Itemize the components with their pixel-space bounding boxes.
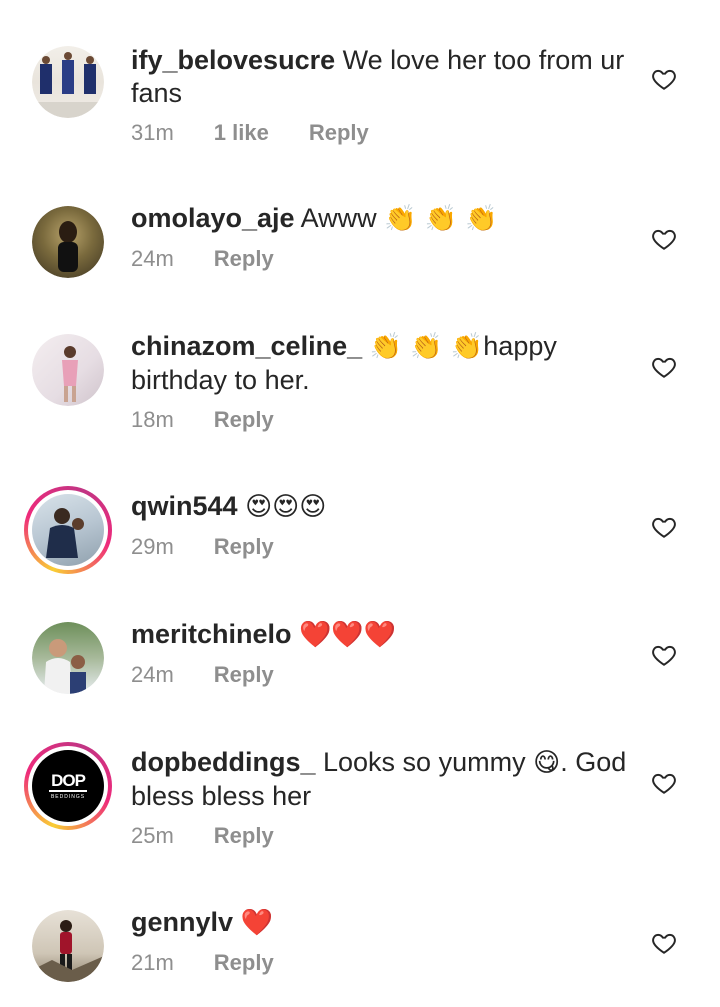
comment-meta: 18m Reply xyxy=(131,407,641,433)
comment-meta: 24m Reply xyxy=(131,662,641,688)
clapping-hands-emoji: 👏 👏 👏 xyxy=(369,332,484,362)
comment-text: dopbeddings_ Looks so yummy 😋. God bless… xyxy=(131,746,641,813)
likes-count[interactable]: 1 like xyxy=(214,120,269,146)
comment-body xyxy=(292,619,300,649)
comment-time: 31m xyxy=(131,120,174,145)
comment-time: 25m xyxy=(131,823,174,848)
comment-username[interactable]: chinazom_celine_ xyxy=(131,331,362,361)
comment-body xyxy=(233,907,241,937)
avatar[interactable] xyxy=(32,910,104,982)
comment-meta: 21m Reply xyxy=(131,950,641,976)
comment-meta: 25m Reply xyxy=(131,823,641,849)
avatar-with-story-ring[interactable]: DOP BEDDINGS xyxy=(24,742,112,830)
reply-button[interactable]: Reply xyxy=(214,662,274,688)
avatar[interactable] xyxy=(32,334,104,406)
like-heart-icon[interactable] xyxy=(651,514,677,540)
reply-button[interactable]: Reply xyxy=(309,120,369,146)
logo-sub-text: BEDDINGS xyxy=(50,794,86,800)
avatar[interactable] xyxy=(32,46,104,118)
comment-time: 21m xyxy=(131,950,174,975)
avatar[interactable] xyxy=(32,206,104,278)
comment-body: Awww xyxy=(294,203,385,233)
comment-body: Looks so yummy xyxy=(315,747,534,777)
comment-meta: 29m Reply xyxy=(131,534,641,560)
comment-meta: 24m Reply xyxy=(131,246,641,272)
logo-brand-text: DOP xyxy=(49,771,87,792)
comment-body xyxy=(362,331,370,361)
red-heart-emoji: ❤️❤️❤️ xyxy=(299,620,397,650)
comment-time: 18m xyxy=(131,407,174,432)
like-heart-icon[interactable] xyxy=(651,66,677,92)
comment-text: chinazom_celine_ 👏 👏 👏happy birthday to … xyxy=(131,330,641,397)
red-heart-emoji: ❤️ xyxy=(240,908,273,938)
like-heart-icon[interactable] xyxy=(651,770,677,796)
like-heart-icon[interactable] xyxy=(651,930,677,956)
comment-meta: 31m 1 like Reply xyxy=(131,120,641,146)
reply-button[interactable]: Reply xyxy=(214,823,274,849)
avatar[interactable] xyxy=(32,622,104,694)
like-heart-icon[interactable] xyxy=(651,226,677,252)
comment-username[interactable]: qwin544 xyxy=(131,491,238,521)
comment-username[interactable]: dopbeddings_ xyxy=(131,747,316,777)
comment-username[interactable]: gennylv xyxy=(131,907,233,937)
comment-username[interactable]: omolayo_aje xyxy=(131,203,295,233)
comment-username[interactable]: ify_belovesucre xyxy=(131,45,335,75)
comment-text: meritchinelo ❤️❤️❤️ xyxy=(131,618,641,652)
clapping-hands-emoji: 👏 👏 👏 xyxy=(384,204,498,234)
reply-button[interactable]: Reply xyxy=(214,407,274,433)
comment-time: 29m xyxy=(131,534,174,559)
comment-text: gennylv ❤️ xyxy=(131,906,641,940)
comment-time: 24m xyxy=(131,246,174,271)
comment-username[interactable]: meritchinelo xyxy=(131,619,292,649)
dop-logo: DOP BEDDINGS xyxy=(32,750,104,822)
reply-button[interactable]: Reply xyxy=(214,534,274,560)
comment-text: omolayo_aje Awww 👏 👏 👏 xyxy=(131,202,641,236)
like-heart-icon[interactable] xyxy=(651,642,677,668)
comment-body xyxy=(238,491,246,521)
avatar-with-story-ring[interactable] xyxy=(24,486,112,574)
like-heart-icon[interactable] xyxy=(651,354,677,380)
heart-eyes-emoji: 😍😍😍 xyxy=(245,492,327,522)
reply-button[interactable]: Reply xyxy=(214,246,274,272)
comment-text: ify_belovesucre We love her too from ur … xyxy=(131,44,641,110)
reply-button[interactable]: Reply xyxy=(214,950,274,976)
comment-text: qwin544 😍😍😍 xyxy=(131,490,641,524)
yummy-face-emoji: 😋 xyxy=(533,748,561,778)
comment-time: 24m xyxy=(131,662,174,687)
